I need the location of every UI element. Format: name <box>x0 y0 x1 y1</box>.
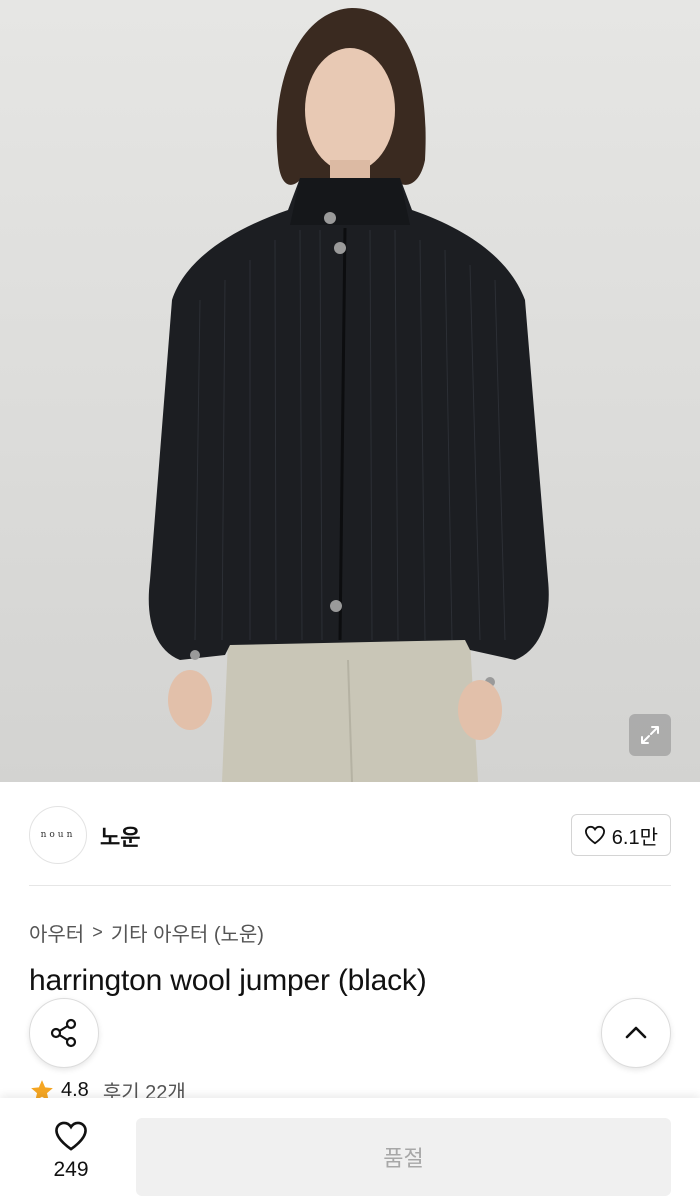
breadcrumb-separator: > <box>92 922 103 942</box>
heart-outline-icon <box>584 825 605 845</box>
divider <box>29 885 671 886</box>
sold-out-button[interactable]: 품절 <box>136 1118 671 1196</box>
bottom-bar: 249 품절 <box>0 1098 700 1200</box>
brand-like-button[interactable]: 6.1만 <box>570 814 671 856</box>
product-title: harrington wool jumper (black) <box>29 964 427 997</box>
share-button[interactable] <box>29 998 99 1068</box>
model-photo <box>148 8 549 782</box>
brand-like-count: 6.1만 <box>611 826 658 849</box>
scroll-top-button[interactable] <box>601 998 671 1068</box>
breadcrumb-item-outer[interactable]: 아우터 <box>29 918 84 947</box>
chevron-up-icon <box>625 1026 647 1039</box>
brand-logo-text: noun <box>40 830 76 840</box>
expand-image-button[interactable] <box>629 714 671 756</box>
wishlist-button[interactable]: 249 <box>30 1120 112 1182</box>
brand-name[interactable]: 노운 <box>100 820 140 852</box>
wishlist-count: 249 <box>53 1158 89 1181</box>
brand-row: noun 노운 6.1만 <box>0 782 700 886</box>
breadcrumb: 아우터 > 기타 아우터 (노운) <box>29 918 264 947</box>
brand-logo[interactable]: noun <box>29 806 87 864</box>
share-icon <box>50 1018 77 1048</box>
breadcrumb-item-other-outer[interactable]: 기타 아우터 (노운) <box>111 918 264 947</box>
product-image[interactable] <box>0 0 700 782</box>
expand-icon <box>641 726 659 744</box>
heart-outline-icon <box>55 1121 87 1151</box>
